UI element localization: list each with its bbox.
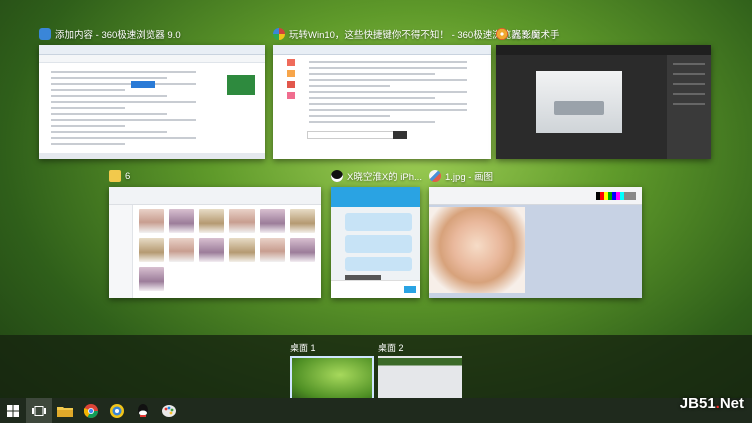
adjustment-panel — [667, 55, 711, 159]
side-share-icons — [287, 59, 295, 105]
window-thumbnail[interactable] — [331, 187, 420, 298]
task-view-stage: 添加内容 - 360极速浏览器 9.0 玩转Win10，这些快捷键你不得不知！ … — [0, 0, 752, 335]
paint-icon — [429, 170, 441, 182]
comment-input — [307, 131, 407, 139]
desktop-label: 桌面 2 — [378, 343, 404, 353]
taskbar — [0, 398, 752, 423]
window-header: 6 — [109, 167, 130, 185]
thumbnail-image-preview — [227, 75, 255, 95]
360-browser-icon[interactable] — [104, 398, 130, 423]
window-title: 添加内容 - 360极速浏览器 9.0 — [55, 30, 181, 41]
window-360-browser-win10-shortcuts[interactable]: 玩转Win10，这些快捷键你不得不知！ - 360极速浏览器 9.0 — [273, 25, 537, 159]
browser-toolbar — [273, 45, 491, 55]
watermark-suffix: Net — [719, 395, 744, 412]
edited-photo — [536, 71, 622, 133]
paint-icon[interactable] — [156, 398, 182, 423]
qq-icon — [331, 170, 343, 182]
window-paint[interactable]: 1.jpg - 画图 — [429, 167, 642, 298]
window-qq-chat[interactable]: X晓空淮X的 iPh... — [331, 167, 422, 298]
article-text — [303, 57, 483, 127]
photo-editor-icon — [496, 28, 508, 40]
explorer-ribbon — [109, 187, 321, 205]
desktop-label: 桌面 1 — [290, 343, 316, 353]
window-360-browser-add-content[interactable]: 添加内容 - 360极速浏览器 9.0 — [39, 25, 265, 159]
window-file-explorer[interactable]: 6 — [109, 167, 321, 298]
window-header: 添加内容 - 360极速浏览器 9.0 — [39, 25, 181, 43]
desktop-1[interactable]: 桌面 1 — [290, 342, 374, 402]
window-header: 1.jpg - 画图 — [429, 167, 493, 185]
paint-ribbon — [429, 187, 642, 205]
window-header: X晓空淮X的 iPh... — [331, 167, 422, 185]
window-title: 6 — [125, 170, 131, 182]
virtual-desktops-bar: 桌面 1 桌面 2 — [0, 335, 752, 402]
chat-input-bar — [331, 280, 420, 298]
360-browser-icon — [39, 28, 51, 40]
window-thumbnail[interactable] — [273, 45, 491, 159]
photo-grid — [139, 209, 315, 291]
360-browser-icon — [273, 28, 285, 40]
window-thumbnail[interactable] — [39, 45, 265, 159]
folder-icon — [109, 170, 121, 182]
status-bar — [39, 153, 265, 159]
explorer-sidebar — [109, 205, 133, 298]
site-watermark: JB51.Net — [680, 395, 744, 412]
chat-header — [331, 187, 420, 207]
file-explorer-icon[interactable] — [52, 398, 78, 423]
browser-tabstrip — [39, 55, 265, 63]
window-title: 光影魔术手 — [512, 30, 560, 41]
comment-button — [393, 131, 407, 139]
window-title: 1.jpg - 画图 — [445, 172, 494, 183]
chrome-icon[interactable] — [78, 398, 104, 423]
qq-icon[interactable] — [130, 398, 156, 423]
window-thumbnail[interactable] — [109, 187, 321, 298]
task-view-icon[interactable] — [26, 398, 52, 423]
blue-button — [131, 81, 155, 88]
browser-toolbar — [39, 45, 265, 55]
window-thumbnail[interactable] — [429, 187, 642, 298]
window-thumbnail[interactable] — [496, 45, 711, 159]
window-header: 光影魔术手 — [496, 25, 560, 43]
watermark-brand: JB51 — [679, 395, 716, 412]
desktop-2[interactable]: 桌面 2 — [378, 342, 462, 402]
chat-messages — [331, 207, 420, 287]
windows-start-icon[interactable] — [0, 398, 26, 423]
paint-canvas — [429, 205, 642, 298]
window-title: X晓空淮X的 iPh... — [347, 172, 422, 183]
dark-toolbar — [496, 45, 711, 55]
desktop-thumbnail[interactable] — [378, 356, 462, 402]
page-form — [45, 67, 210, 149]
window-photo-editor[interactable]: 光影魔术手 — [496, 25, 711, 159]
portrait-photo — [429, 207, 525, 293]
desktop-thumbnail[interactable] — [290, 356, 374, 402]
